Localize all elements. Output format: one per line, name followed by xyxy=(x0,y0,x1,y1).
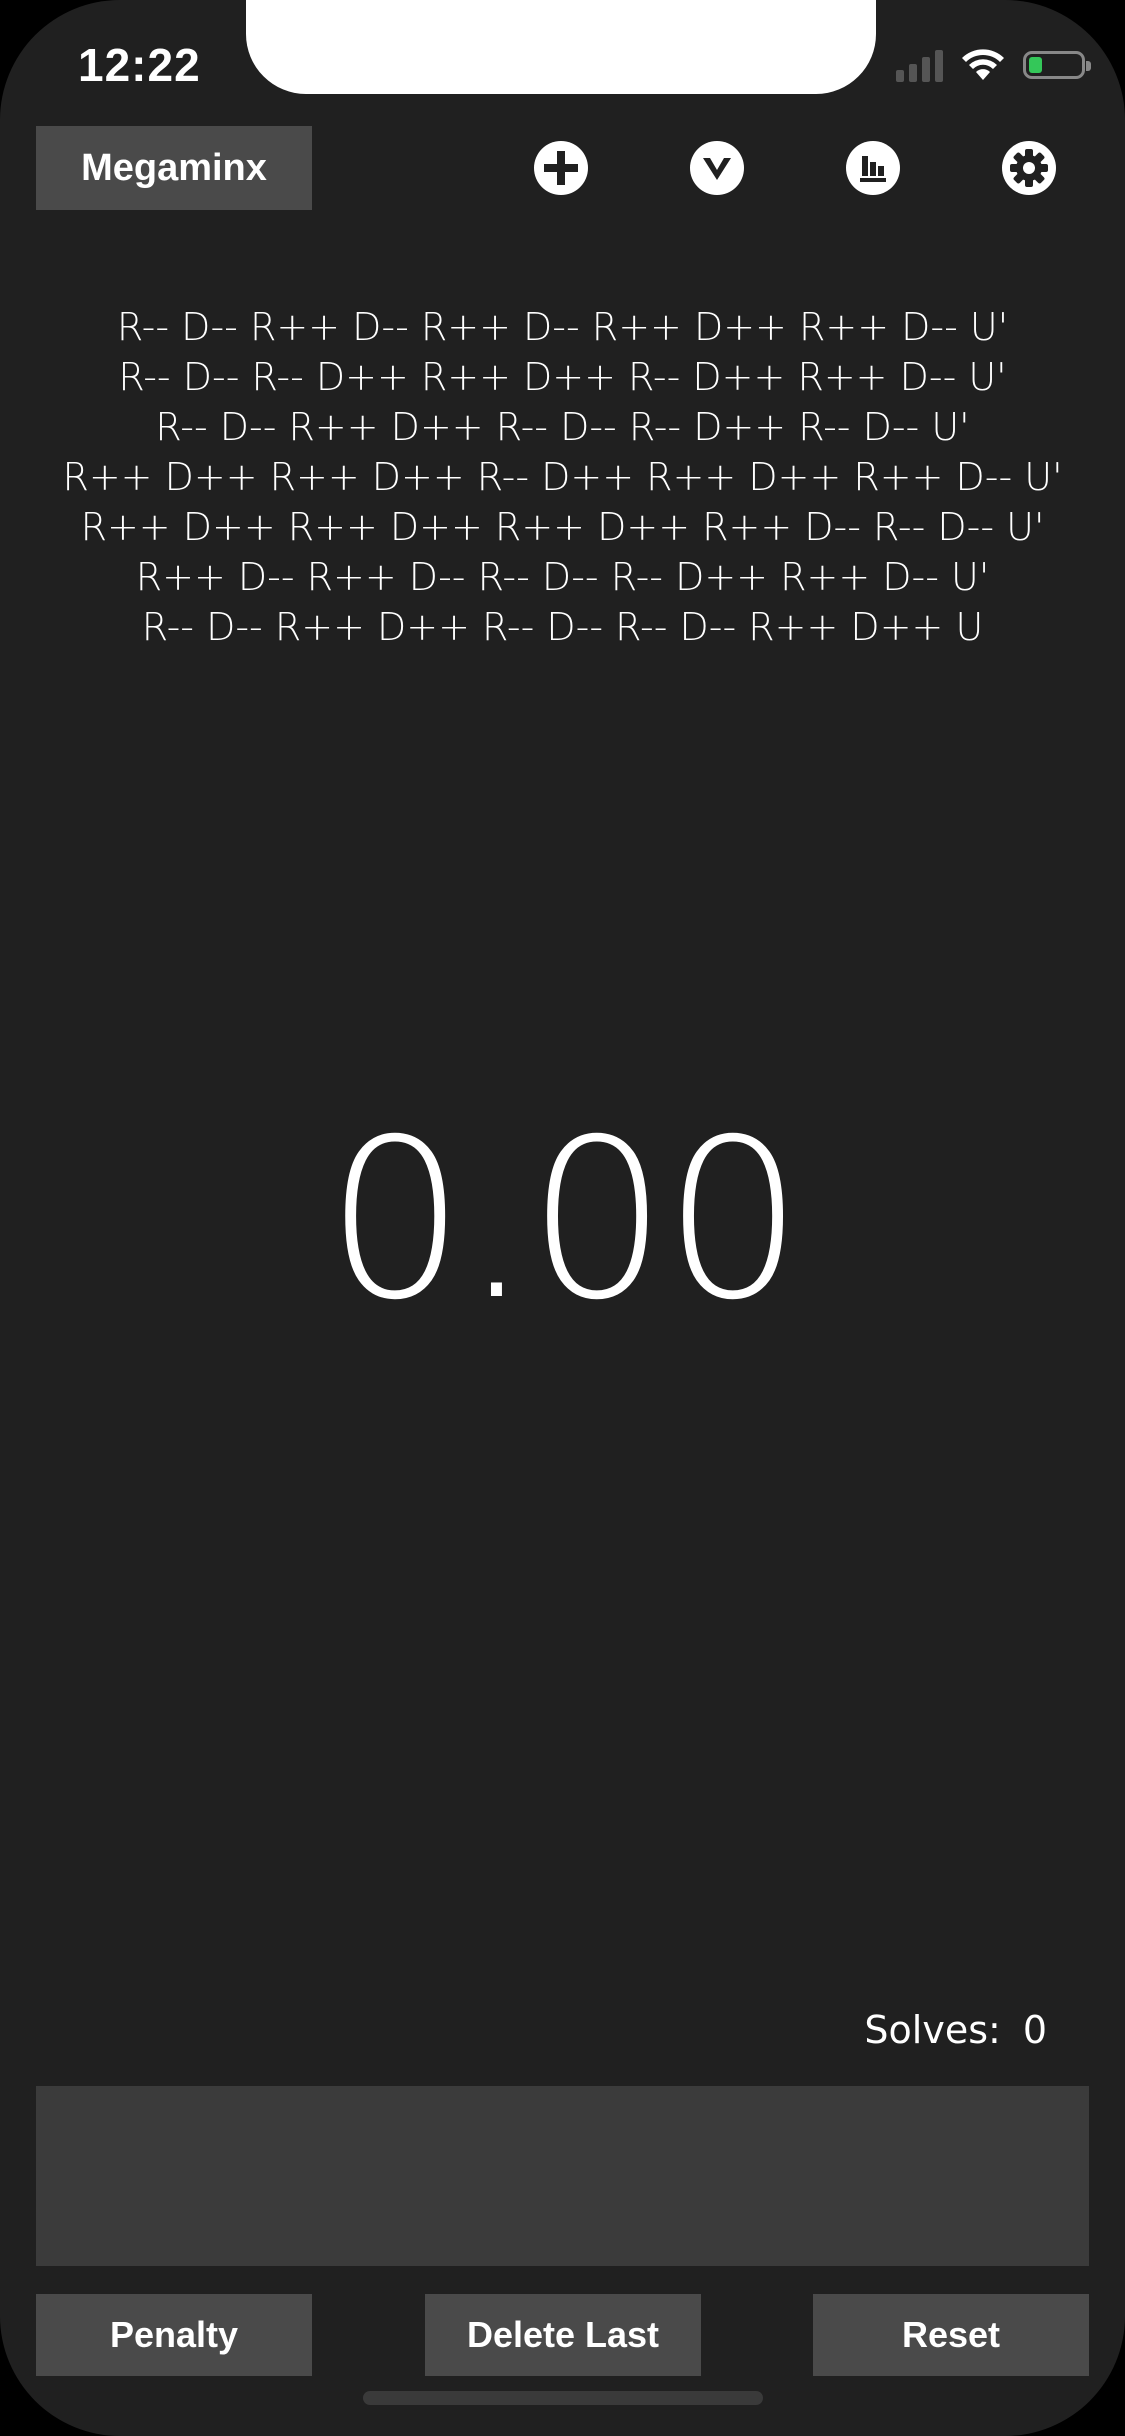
gear-icon[interactable] xyxy=(1001,140,1057,196)
scramble-line: R-- D-- R-- D++ R++ D++ R-- D++ R++ D-- … xyxy=(118,355,1007,399)
reset-button[interactable]: Reset xyxy=(813,2294,1089,2376)
status-time: 12:22 xyxy=(78,39,201,91)
timer-display[interactable]: 0.00 xyxy=(0,1110,1125,1330)
status-indicators xyxy=(896,48,1091,82)
device-notch xyxy=(246,0,876,94)
scramble-line: R++ D++ R++ D++ R++ D++ R++ D-- R-- D-- … xyxy=(80,505,1045,549)
solves-counter: Solves: 0 xyxy=(864,2008,1047,2052)
app-screen: 12:22 Megaminx R-- D-- R++ D-- R++ D-- R… xyxy=(0,0,1125,2436)
scramble-line: R++ D++ R++ D++ R-- D++ R++ D++ R++ D-- … xyxy=(62,455,1063,499)
chevron-down-icon[interactable] xyxy=(689,140,745,196)
puzzle-type-button[interactable]: Megaminx xyxy=(36,126,312,210)
battery-icon xyxy=(1023,51,1091,79)
solves-label: Solves: xyxy=(864,2008,1001,2052)
scramble-line: R-- D-- R++ D++ R-- D-- R-- D-- R++ D++ … xyxy=(141,605,984,649)
statistics-icon[interactable] xyxy=(845,140,901,196)
times-list[interactable] xyxy=(36,2086,1089,2266)
scramble-line: R-- D-- R++ D++ R-- D-- R-- D++ R-- D-- … xyxy=(155,405,970,449)
delete-last-button[interactable]: Delete Last xyxy=(425,2294,701,2376)
wifi-icon xyxy=(962,49,1004,80)
scramble-line: R++ D-- R++ D-- R-- D-- R-- D++ R++ D-- … xyxy=(135,555,990,599)
cellular-signal-icon xyxy=(896,48,943,82)
penalty-button[interactable]: Penalty xyxy=(36,2294,312,2376)
solves-count: 0 xyxy=(1022,2008,1047,2052)
add-icon[interactable] xyxy=(533,140,589,196)
battery-level xyxy=(1029,57,1042,73)
scramble-text: R-- D-- R++ D-- R++ D-- R++ D++ R++ D-- … xyxy=(60,302,1065,652)
scramble-line: R-- D-- R++ D-- R++ D-- R++ D++ R++ D-- … xyxy=(116,305,1009,349)
home-indicator[interactable] xyxy=(363,2391,763,2405)
